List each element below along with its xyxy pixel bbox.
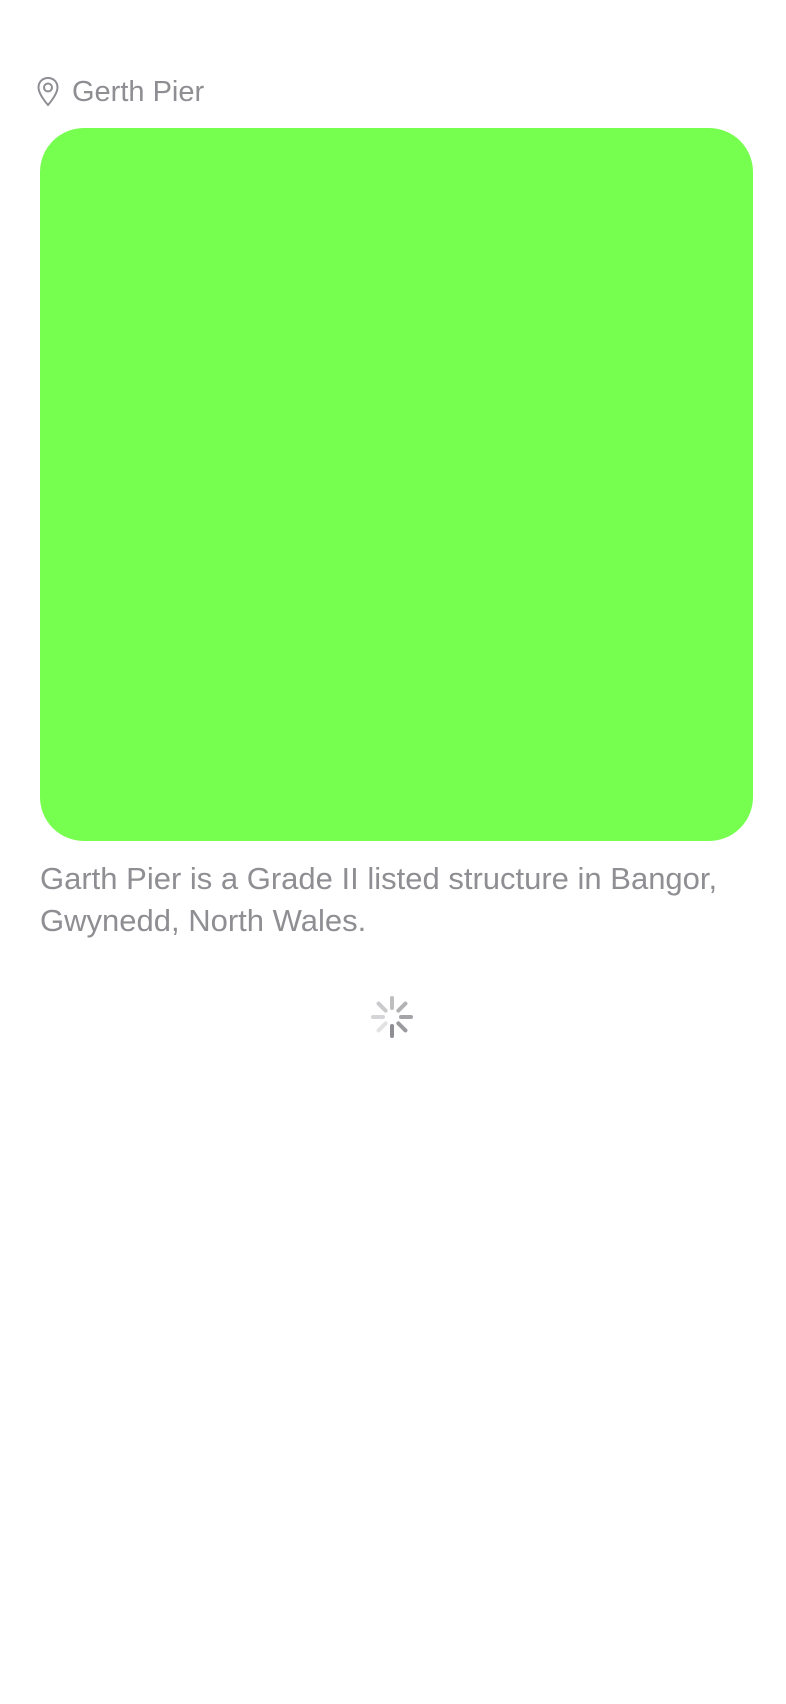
location-row: Gerth Pier xyxy=(36,72,204,112)
activity-spinner-icon xyxy=(371,996,413,1038)
spinner-spoke xyxy=(396,1001,408,1013)
spinner-spoke xyxy=(396,1021,408,1033)
location-name: Gerth Pier xyxy=(72,76,205,108)
spinner-spoke xyxy=(376,1001,388,1013)
place-photo[interactable] xyxy=(40,128,753,841)
place-description: Garth Pier is a Grade II listed structur… xyxy=(40,861,718,938)
map-pin-icon xyxy=(36,76,60,108)
spinner-spoke xyxy=(376,1021,388,1033)
